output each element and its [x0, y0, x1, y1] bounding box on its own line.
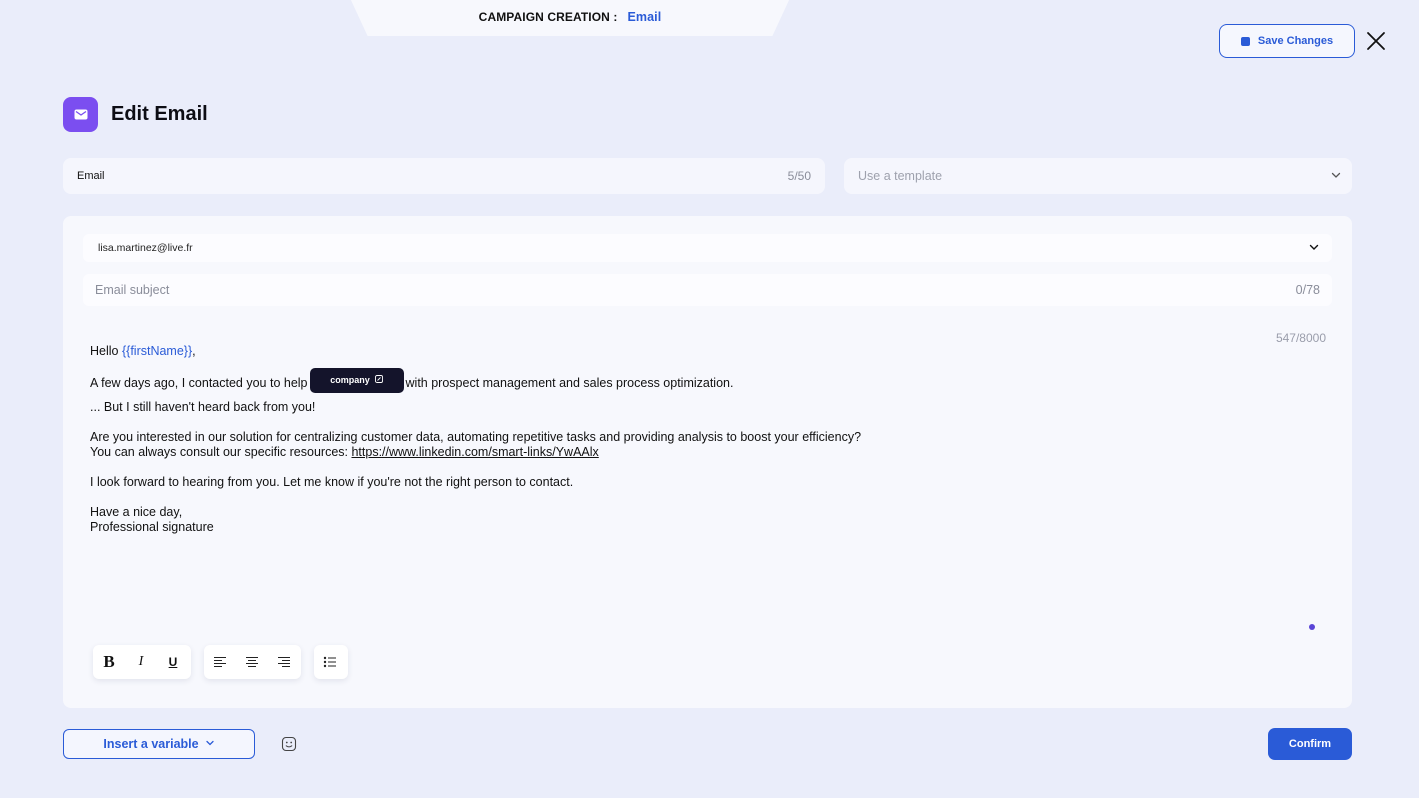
underline-button[interactable]: U	[157, 645, 189, 679]
greeting-text: Hello	[90, 344, 122, 358]
align-left-icon	[214, 657, 226, 667]
align-right-button[interactable]	[268, 645, 300, 679]
bullet-list-icon	[323, 656, 336, 668]
page-header: Edit Email	[63, 97, 208, 132]
insert-variable-button[interactable]: Insert a variable	[63, 729, 255, 759]
body-line-3: Are you interested in our solution for c…	[90, 430, 862, 444]
list-toolbar	[314, 645, 348, 679]
chevron-down-icon	[205, 737, 215, 751]
body-line-5: I look forward to hearing from you. Let …	[90, 475, 574, 489]
company-variable-chip[interactable]: company	[309, 368, 404, 393]
body-character-count: 547/8000	[1275, 331, 1326, 345]
status-dot	[1309, 624, 1315, 630]
body-line-4: You can always consult our specific reso…	[90, 445, 1270, 460]
body-line-7: Professional signature	[90, 520, 214, 534]
company-chip-label: company	[330, 375, 370, 385]
line4-prefix: You can always consult our specific reso…	[90, 445, 352, 459]
alignment-toolbar	[204, 645, 301, 679]
align-center-icon	[246, 657, 258, 667]
first-name-variable[interactable]: {{firstName}}	[122, 344, 192, 358]
chevron-down-icon	[1330, 169, 1342, 184]
save-icon	[1240, 36, 1250, 46]
close-icon[interactable]	[1364, 29, 1388, 53]
page-title: Edit Email	[111, 103, 208, 125]
greeting-line: Hello {{firstName}},	[90, 344, 1270, 359]
save-changes-label: Save Changes	[1257, 35, 1334, 47]
save-changes-button[interactable]: Save Changes	[1219, 24, 1355, 58]
body-line-6: Have a nice day,	[90, 505, 183, 519]
body-line-2: ... But I still haven't heard back from …	[90, 400, 316, 414]
subject-count: 0/78	[1295, 283, 1320, 297]
insert-variable-label: Insert a variable	[103, 737, 199, 751]
bold-button[interactable]: B	[93, 645, 125, 679]
campaign-creation-tab: CAMPAIGN CREATION : Email	[350, 0, 790, 36]
italic-button[interactable]: I	[125, 645, 157, 679]
line1-prefix: A few days ago, I contacted you to help	[90, 375, 308, 390]
email-name-field[interactable]: Email 5/50	[63, 158, 825, 194]
campaign-type-value: Email	[627, 10, 662, 24]
chevron-down-icon	[1308, 241, 1320, 256]
sender-select[interactable]: lisa.martinez@live.fr	[83, 234, 1332, 262]
email-name-value: Email	[77, 170, 105, 182]
email-name-count: 5/50	[787, 169, 811, 183]
body-line-1: A few days ago, I contacted you to help c…	[90, 368, 1270, 393]
template-select[interactable]: Use a template	[844, 158, 1352, 194]
sender-value: lisa.martinez@live.fr	[98, 242, 193, 254]
subject-placeholder: Email subject	[95, 283, 170, 297]
confirm-button[interactable]: Confirm	[1268, 728, 1352, 760]
align-right-icon	[278, 657, 290, 667]
align-center-button[interactable]	[236, 645, 268, 679]
greeting-suffix: ,	[192, 344, 196, 358]
edit-icon	[374, 373, 383, 388]
text-style-toolbar: B I U	[93, 645, 191, 679]
email-body-editor[interactable]: Hello {{firstName}}, A few days ago, I c…	[90, 344, 1270, 535]
template-placeholder: Use a template	[858, 169, 943, 183]
align-left-button[interactable]	[204, 645, 236, 679]
email-editor-card: lisa.martinez@live.fr Email subject 0/78…	[63, 216, 1352, 708]
bullet-list-button[interactable]	[314, 645, 346, 679]
email-subject-input[interactable]: Email subject 0/78	[83, 274, 1332, 306]
campaign-creation-label: CAMPAIGN CREATION :	[478, 10, 618, 24]
emoji-icon[interactable]	[281, 736, 297, 752]
mail-icon	[63, 97, 98, 132]
line1-suffix: with prospect management and sales proce…	[405, 375, 734, 390]
resource-link[interactable]: https://www.linkedin.com/smart-links/YwA…	[351, 445, 598, 459]
